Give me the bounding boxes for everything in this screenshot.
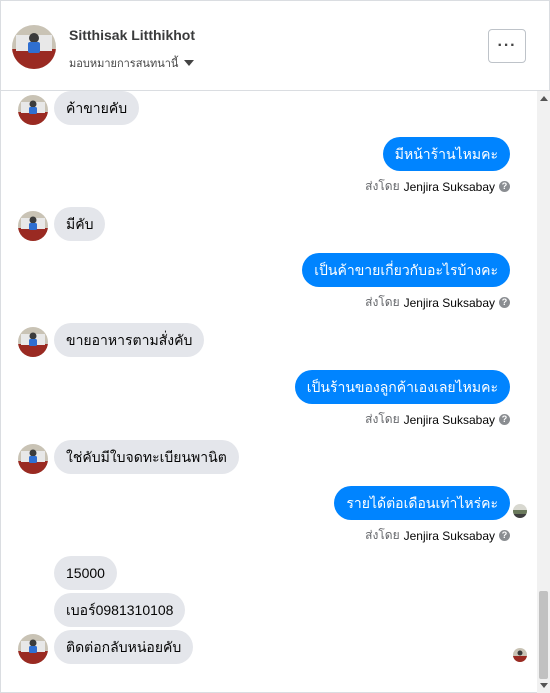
- sender-avatar[interactable]: [18, 634, 48, 664]
- sent-by-prefix: ส่งโดย: [365, 528, 400, 542]
- chat-window: Sitthisak Litthikhot มอบหมายการสนทนานี้ …: [0, 0, 550, 693]
- message-bubble-outgoing: รายได้ต่อเดือนเท่าไหร่คะ: [334, 486, 510, 520]
- sender-avatar[interactable]: [18, 211, 48, 241]
- sent-by-label: ส่งโดย Jenjira Suksabay ?: [365, 177, 510, 196]
- sent-by-label: ส่งโดย Jenjira Suksabay ?: [365, 410, 510, 429]
- message-bubble-incoming: มีคับ: [54, 207, 106, 241]
- assign-label: มอบหมายการสนทนานี้: [69, 58, 179, 70]
- help-icon[interactable]: ?: [499, 414, 510, 425]
- message-bubble-incoming: ใช่คับมีใบจดทะเบียนพานิต: [54, 440, 239, 474]
- message-bubble-outgoing: เป็นค้าขายเกี่ยวกับอะไรบ้างคะ: [302, 253, 510, 287]
- sender-avatar[interactable]: [18, 95, 48, 125]
- help-icon[interactable]: ?: [499, 530, 510, 541]
- message-bubble-outgoing: มีหน้าร้านไหมคะ: [382, 137, 510, 171]
- scroll-up-arrow-icon[interactable]: [540, 96, 548, 101]
- message-bubble-incoming: 15000: [54, 556, 117, 590]
- sent-by-name: Jenjira Suksabay: [403, 412, 495, 427]
- message-bubble-incoming: ติดต่อกลับหน่อยคับ: [54, 630, 194, 664]
- message-bubble-incoming: ขายอาหารตามสั่งคับ: [54, 323, 205, 357]
- seen-receipt-avatar: [513, 504, 527, 518]
- seen-receipt-avatar: [513, 648, 527, 662]
- sender-avatar[interactable]: [18, 327, 48, 357]
- contact-avatar[interactable]: [12, 25, 56, 69]
- assign-conversation-dropdown[interactable]: มอบหมายการสนทนานี้: [69, 54, 195, 72]
- sent-by-prefix: ส่งโดย: [365, 295, 400, 309]
- message-list: ค้าขายคับ มีหน้าร้านไหมคะ ส่งโดย Jenjira…: [1, 91, 537, 693]
- caret-down-icon: [184, 60, 195, 66]
- conversation-header: Sitthisak Litthikhot มอบหมายการสนทนานี้ …: [1, 1, 549, 91]
- sent-by-name: Jenjira Suksabay: [403, 179, 495, 194]
- scroll-thumb[interactable]: [539, 591, 548, 679]
- sender-avatar[interactable]: [18, 444, 48, 474]
- scroll-down-arrow-icon[interactable]: [540, 683, 548, 688]
- sent-by-label: ส่งโดย Jenjira Suksabay ?: [365, 526, 510, 545]
- sent-by-prefix: ส่งโดย: [365, 412, 400, 426]
- help-icon[interactable]: ?: [499, 181, 510, 192]
- more-options-button[interactable]: ···: [488, 29, 526, 63]
- contact-name[interactable]: Sitthisak Litthikhot: [69, 27, 195, 43]
- message-bubble-outgoing: เป็นร้านของลูกค้าเองเลยไหมคะ: [294, 370, 510, 404]
- sent-by-name: Jenjira Suksabay: [403, 528, 495, 543]
- help-icon[interactable]: ?: [499, 297, 510, 308]
- message-bubble-incoming: ค้าขายคับ: [54, 91, 140, 125]
- sent-by-label: ส่งโดย Jenjira Suksabay ?: [365, 293, 510, 312]
- sent-by-prefix: ส่งโดย: [365, 179, 400, 193]
- sent-by-name: Jenjira Suksabay: [403, 295, 495, 310]
- message-bubble-incoming: เบอร์0981310108: [54, 593, 186, 627]
- scrollbar[interactable]: [537, 91, 550, 693]
